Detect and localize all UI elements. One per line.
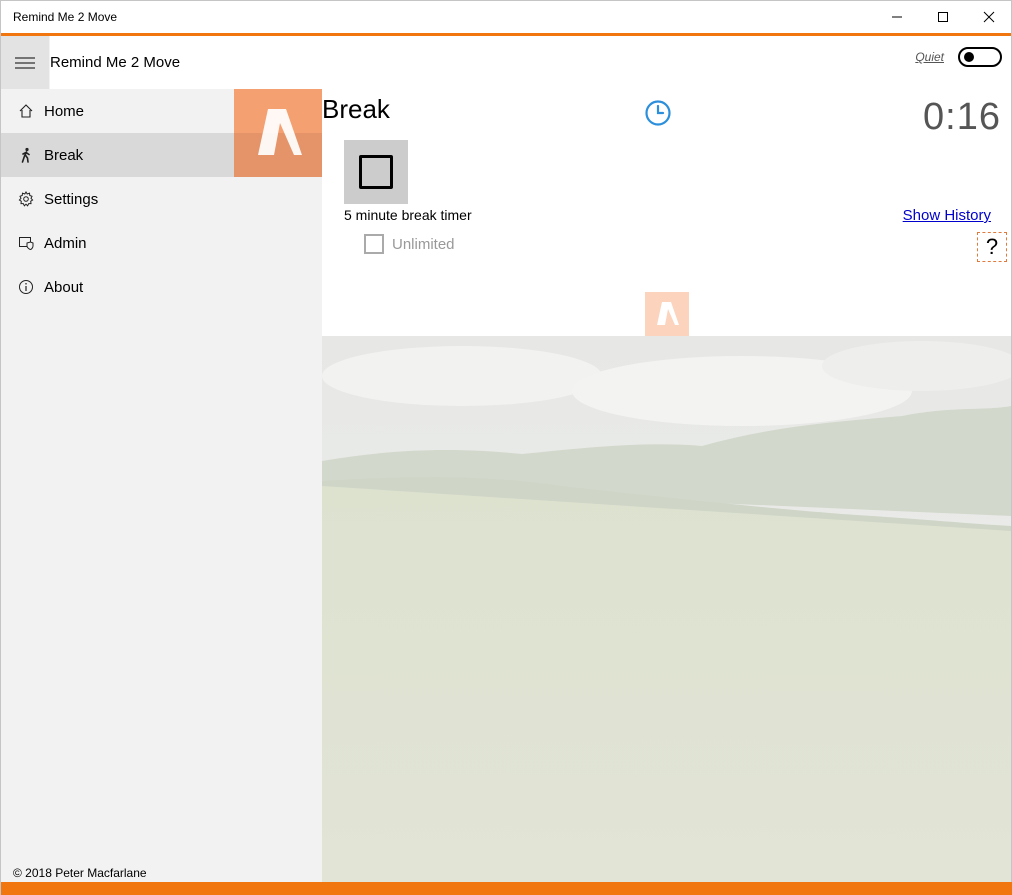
nav-item-label: About [44, 278, 84, 296]
info-icon [1, 279, 43, 295]
quiet-label: Quiet [915, 50, 944, 64]
nav-item-label: Break [44, 146, 84, 164]
accent-bar-bottom [1, 882, 1012, 895]
nav-item-about[interactable]: About [1, 265, 234, 309]
close-button[interactable] [966, 1, 1012, 33]
landscape-photo [322, 336, 1011, 882]
unlimited-checkbox-group[interactable]: Unlimited [364, 234, 455, 254]
clock-icon [644, 99, 672, 132]
hamburger-menu-button[interactable] [1, 36, 49, 89]
main-content: Quiet Break 0:16 5 minute break timer Un… [322, 36, 1011, 882]
window-title: Remind Me 2 Move [13, 10, 118, 24]
nav-item-home[interactable]: Home [1, 89, 234, 133]
unlimited-label: Unlimited [392, 235, 455, 253]
nav-item-break[interactable]: Break [1, 133, 234, 177]
app-name-header: Remind Me 2 Move [50, 36, 322, 89]
background-landscape-image [322, 336, 1011, 882]
toggle-knob [964, 52, 974, 62]
quiet-toggle-switch[interactable] [958, 47, 1002, 67]
hamburger-icon [15, 56, 35, 69]
page-title: Break [322, 94, 390, 124]
title-bar: Remind Me 2 Move [1, 1, 1011, 33]
app-logo-mark-small [657, 302, 679, 325]
nav-item-admin[interactable]: Admin [1, 221, 234, 265]
close-icon [983, 11, 995, 23]
minimize-button[interactable] [874, 1, 920, 33]
quiet-toggle-group: Quiet [915, 47, 1002, 67]
nav-item-label: Home [44, 102, 85, 120]
nav-item-settings[interactable]: Settings [1, 177, 234, 221]
app-logo-mark [258, 109, 302, 155]
show-history-link[interactable]: Show History [903, 207, 991, 224]
maximize-icon [938, 12, 948, 22]
navigation-pane: Remind Me 2 Move Home Break Settings Adm… [1, 36, 322, 882]
admin-shield-icon [1, 235, 43, 251]
help-button[interactable]: ? [977, 232, 1007, 262]
app-logo [234, 89, 322, 177]
app-window: Remind Me 2 Move Remind Me 2 Move Home B… [0, 0, 1012, 895]
walking-person-icon [1, 147, 43, 163]
nav-item-label: Admin [44, 234, 87, 252]
copyright-text: © 2018 Peter Macfarlane [13, 866, 147, 880]
maximize-button[interactable] [920, 1, 966, 33]
nav-item-label: Settings [44, 190, 99, 208]
gear-icon [1, 191, 43, 207]
stop-icon [359, 155, 393, 189]
timer-description: 5 minute break timer [344, 207, 472, 223]
home-icon [1, 103, 43, 119]
app-logo-small [645, 292, 689, 336]
countdown-timer: 0:16 [923, 96, 1001, 138]
unlimited-checkbox[interactable] [364, 234, 384, 254]
minimize-icon [892, 16, 902, 18]
stop-timer-button[interactable] [344, 140, 408, 204]
